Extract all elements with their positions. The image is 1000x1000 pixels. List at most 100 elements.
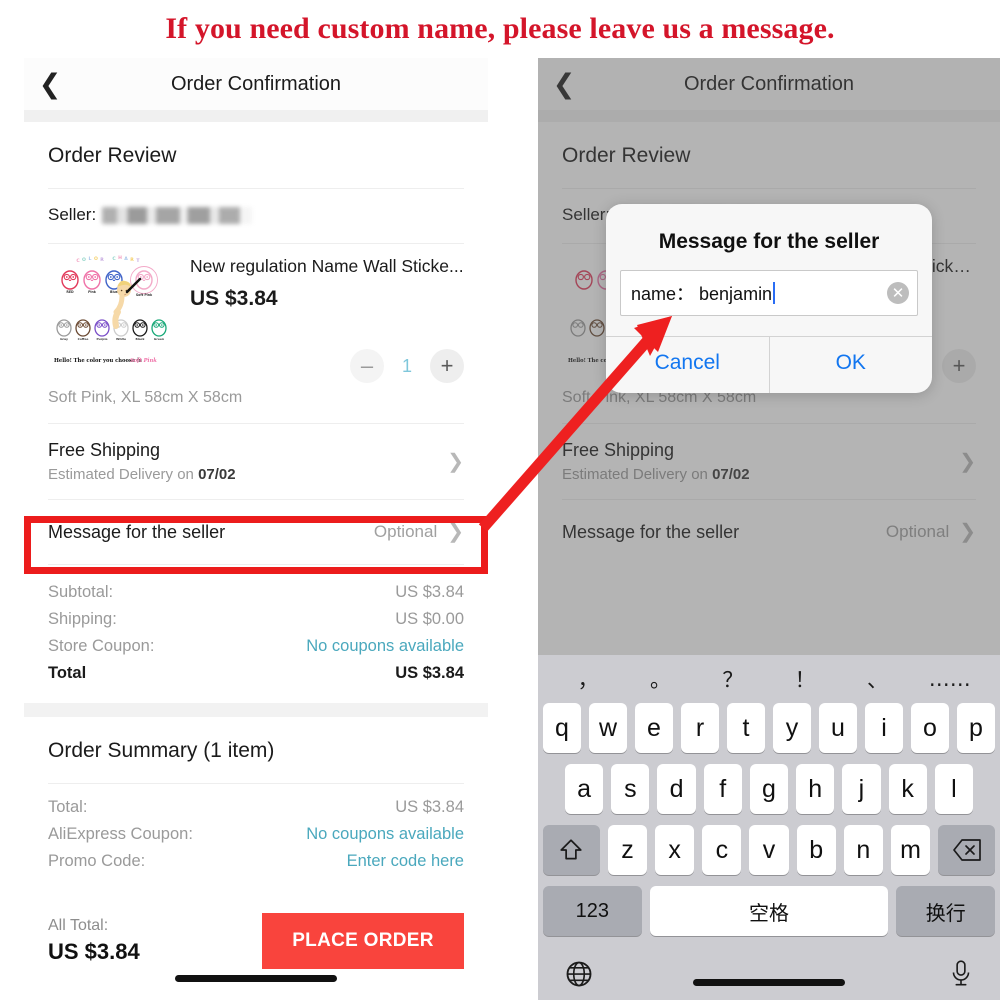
- dialog-title: Message for the seller: [658, 230, 880, 253]
- svg-text:L: L: [89, 256, 92, 262]
- key-period[interactable]: 。: [624, 664, 696, 694]
- summary-row[interactable]: Promo Code: Enter code here: [48, 848, 464, 875]
- key-ellipsis[interactable]: ……: [914, 667, 986, 691]
- page-title: Order Confirmation: [170, 72, 342, 95]
- key-g[interactable]: g: [749, 764, 789, 814]
- key-c[interactable]: c: [702, 825, 742, 875]
- virtual-keyboard: ， 。 ？ ！ 、 …… q w e r t y u i o p a s d f…: [538, 655, 1000, 1000]
- product-title: New regulation Name Wall Sticke...: [190, 256, 464, 276]
- svg-text:O: O: [94, 256, 98, 262]
- svg-text:Gray: Gray: [60, 337, 68, 341]
- price-breakdown: Subtotal: US $3.84 Shipping: US $0.00 St…: [24, 565, 488, 703]
- summary-row[interactable]: AliExpress Coupon: No coupons available: [48, 821, 464, 848]
- home-indicator: [175, 975, 337, 982]
- chevron-right-icon: ❯: [447, 521, 464, 543]
- key-q[interactable]: q: [543, 703, 581, 753]
- product-price: US $3.84: [190, 287, 278, 310]
- aliexpress-coupon-value[interactable]: No coupons available: [306, 825, 464, 844]
- shift-arrow-icon[interactable]: [543, 825, 600, 875]
- key-s[interactable]: s: [611, 764, 650, 814]
- store-coupon-value[interactable]: No coupons available: [306, 637, 464, 656]
- svg-text:Soft Pink: Soft Pink: [130, 358, 157, 364]
- key-h[interactable]: h: [796, 764, 835, 814]
- message-input-wrapper[interactable]: name： benjamin ✕: [620, 270, 918, 316]
- product-thumbnail[interactable]: CO LO R CH AR T RED Pink Blue Soft Pink …: [48, 250, 176, 378]
- key-m[interactable]: m: [890, 825, 931, 875]
- shipping-subtitle: Estimated Delivery on 07/02: [48, 466, 447, 483]
- svg-text:Pink: Pink: [88, 290, 97, 294]
- message-input-value: name： benjamin: [631, 284, 773, 304]
- product-row[interactable]: CO LO R CH AR T RED Pink Blue Soft Pink …: [24, 244, 488, 383]
- key-x[interactable]: x: [655, 825, 695, 875]
- key-t[interactable]: t: [727, 703, 765, 753]
- navbar-left: ❮ Order Confirmation: [24, 58, 488, 110]
- back-chevron-icon[interactable]: ❮: [24, 58, 76, 110]
- key-f[interactable]: f: [703, 764, 742, 814]
- total-value: US $3.84: [395, 664, 464, 682]
- keyboard-row-3: z x c v b n m: [538, 825, 1000, 875]
- key-return[interactable]: 换行: [896, 886, 996, 936]
- svg-text:A: A: [124, 256, 128, 262]
- key-z[interactable]: z: [607, 825, 648, 875]
- key-numbers[interactable]: 123: [543, 886, 642, 936]
- key-question[interactable]: ？: [697, 664, 769, 694]
- order-summary-card: Order Summary (1 item) Total: US $3.84 A…: [24, 717, 488, 875]
- key-p[interactable]: p: [957, 703, 995, 753]
- product-variant: Soft Pink, XL 58cm X 58cm: [48, 389, 243, 406]
- seller-name-blurred: [102, 206, 253, 224]
- seller-label: Seller:: [48, 205, 97, 224]
- promo-code-value[interactable]: Enter code here: [347, 852, 464, 871]
- all-total-label: All Total:: [48, 917, 109, 934]
- all-total-value: US $3.84: [48, 939, 140, 964]
- key-d[interactable]: d: [657, 764, 696, 814]
- seller-row[interactable]: Seller:: [24, 189, 488, 243]
- key-v[interactable]: v: [749, 825, 789, 875]
- price-key: Store Coupon:: [48, 637, 155, 655]
- key-u[interactable]: u: [819, 703, 857, 753]
- key-r[interactable]: r: [681, 703, 719, 753]
- key-a[interactable]: a: [565, 764, 604, 814]
- keyboard-row-2: a s d f g h j k l: [538, 764, 1000, 814]
- place-order-button[interactable]: PLACE ORDER: [262, 913, 464, 969]
- price-key: Shipping:: [48, 610, 117, 628]
- price-row: Subtotal: US $3.84: [48, 579, 464, 606]
- section-gap: [24, 703, 488, 717]
- backspace-icon[interactable]: [938, 825, 995, 875]
- svg-text:Black: Black: [135, 337, 145, 341]
- promo-banner-text: If you need custom name, please leave us…: [165, 12, 835, 45]
- message-input[interactable]: name： benjamin: [631, 280, 887, 306]
- quantity-decrease-button[interactable]: –: [350, 349, 384, 383]
- key-l[interactable]: l: [934, 764, 973, 814]
- quantity-stepper[interactable]: – 1 +: [190, 349, 464, 383]
- phone-screen-left: ❮ Order Confirmation Order Review Seller…: [24, 58, 488, 1000]
- key-b[interactable]: b: [796, 825, 836, 875]
- checkout-bottom-bar: All Total: US $3.84 PLACE ORDER: [24, 882, 488, 1000]
- key-w[interactable]: w: [589, 703, 627, 753]
- message-for-seller-row[interactable]: Message for the seller Optional ❯: [24, 500, 488, 564]
- ok-button[interactable]: OK: [768, 337, 933, 393]
- key-comma[interactable]: ，: [552, 664, 624, 694]
- key-o[interactable]: o: [911, 703, 949, 753]
- order-summary-title: Order Summary (1 item): [48, 739, 275, 762]
- key-e[interactable]: e: [635, 703, 673, 753]
- price-row[interactable]: Store Coupon: No coupons available: [48, 633, 464, 660]
- microphone-icon[interactable]: [948, 959, 974, 994]
- quantity-increase-button[interactable]: +: [430, 349, 464, 383]
- globe-icon[interactable]: [564, 959, 594, 994]
- key-enumeration-comma[interactable]: 、: [841, 664, 913, 694]
- key-k[interactable]: k: [888, 764, 927, 814]
- summary-row: Total: US $3.84: [48, 794, 464, 821]
- text-caret: [773, 282, 776, 304]
- svg-text:R: R: [130, 257, 134, 263]
- key-n[interactable]: n: [843, 825, 883, 875]
- cancel-button[interactable]: Cancel: [606, 337, 769, 393]
- chevron-right-icon: ❯: [447, 450, 464, 473]
- clear-circle-icon[interactable]: ✕: [887, 282, 909, 304]
- key-space[interactable]: 空格: [649, 886, 889, 936]
- key-exclamation[interactable]: ！: [769, 664, 841, 694]
- price-value: US $0.00: [395, 610, 464, 628]
- key-y[interactable]: y: [773, 703, 811, 753]
- key-j[interactable]: j: [842, 764, 881, 814]
- key-i[interactable]: i: [865, 703, 903, 753]
- shipping-row[interactable]: Free Shipping Estimated Delivery on 07/0…: [24, 424, 488, 499]
